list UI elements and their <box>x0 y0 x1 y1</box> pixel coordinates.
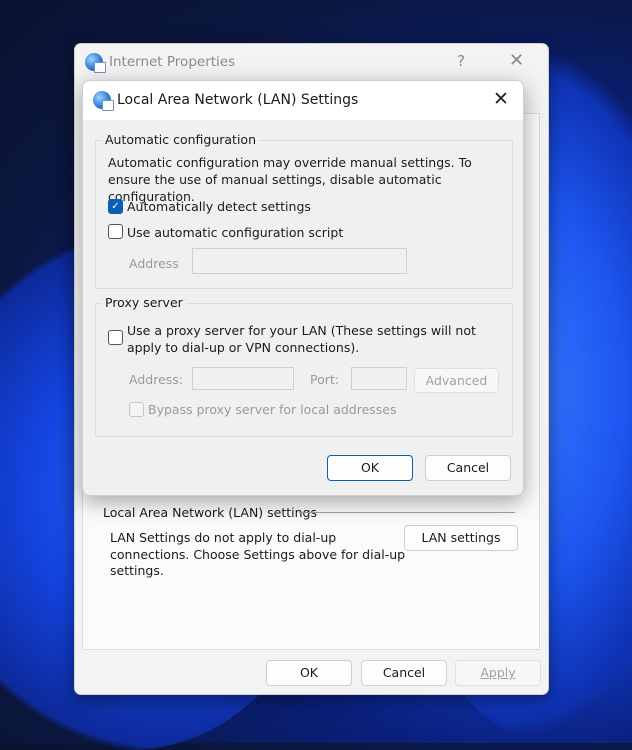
use-proxy-checkbox[interactable] <box>108 330 123 345</box>
bypass-local-label: Bypass proxy server for local addresses <box>148 402 397 417</box>
cancel-button[interactable]: Cancel <box>361 660 447 686</box>
port-input[interactable] <box>351 367 407 390</box>
use-script-checkbox[interactable] <box>108 224 123 239</box>
dialog-title: Local Area Network (LAN) Settings <box>117 92 359 108</box>
internet-globe-icon <box>93 91 114 111</box>
apply-button[interactable]: Apply <box>455 660 541 686</box>
lan-settings-button[interactable]: LAN settings <box>404 525 518 551</box>
ok-button[interactable]: OK <box>327 455 413 481</box>
help-button[interactable]: ? <box>457 52 465 70</box>
use-proxy-label: Use a proxy server for your LAN (These s… <box>127 323 476 355</box>
lan-section-text: LAN Settings do not apply to dial-up con… <box>110 530 406 578</box>
auto-detect-checkbox[interactable]: ✓ <box>108 199 123 214</box>
ok-button[interactable]: OK <box>266 660 352 686</box>
divider <box>299 512 515 513</box>
script-address-label: Address <box>129 256 179 271</box>
proxy-address-input[interactable] <box>192 367 294 390</box>
title-bar: Internet Properties ? ✕ <box>75 44 548 80</box>
dialog-title-bar: Local Area Network (LAN) Settings ✕ <box>83 81 523 120</box>
script-address-input[interactable] <box>192 248 407 274</box>
port-label: Port: <box>310 372 339 387</box>
lan-settings-dialog: Local Area Network (LAN) Settings ✕ Auto… <box>82 80 524 496</box>
window-title: Internet Properties <box>109 54 236 70</box>
lan-section-label: Local Area Network (LAN) settings <box>103 505 318 520</box>
close-icon[interactable]: ✕ <box>493 88 509 110</box>
group-label: Proxy server <box>102 295 186 310</box>
auto-detect-label: Automatically detect settings <box>127 199 311 214</box>
use-script-label: Use automatic configuration script <box>127 225 344 240</box>
close-icon[interactable]: ✕ <box>509 50 524 71</box>
proxy-address-label: Address: <box>129 372 183 387</box>
cancel-button[interactable]: Cancel <box>425 455 511 481</box>
advanced-button[interactable]: Advanced <box>414 368 499 393</box>
bypass-local-checkbox[interactable] <box>129 402 144 417</box>
internet-globe-icon <box>85 53 106 73</box>
group-label: Automatic configuration <box>102 132 259 147</box>
